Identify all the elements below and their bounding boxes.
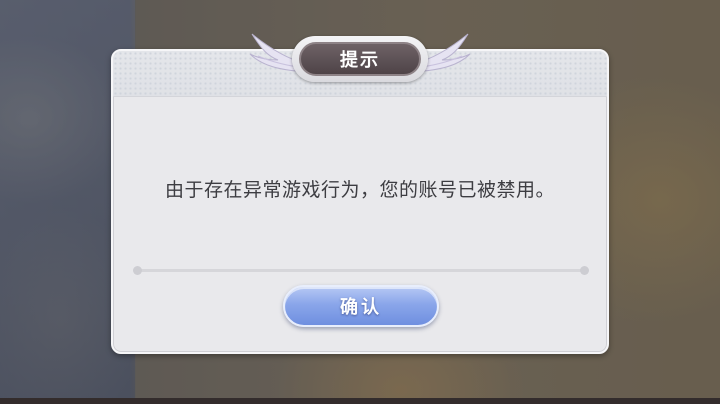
ban-message: 由于存在异常游戏行为，您的账号已被禁用。 <box>164 179 555 201</box>
confirm-button[interactable]: 确认 <box>283 285 439 327</box>
dialog-body: 由于存在异常游戏行为，您的账号已被禁用。 确认 <box>113 97 607 352</box>
divider-dot-right <box>580 266 589 275</box>
dialog-divider <box>133 266 589 275</box>
notice-dialog: 由于存在异常游戏行为，您的账号已被禁用。 确认 <box>111 49 609 354</box>
dialog-title: 提示 <box>299 42 421 76</box>
dialog-title-badge: 提示 <box>248 30 472 88</box>
title-plate: 提示 <box>292 36 428 82</box>
divider-dot-left <box>133 266 142 275</box>
